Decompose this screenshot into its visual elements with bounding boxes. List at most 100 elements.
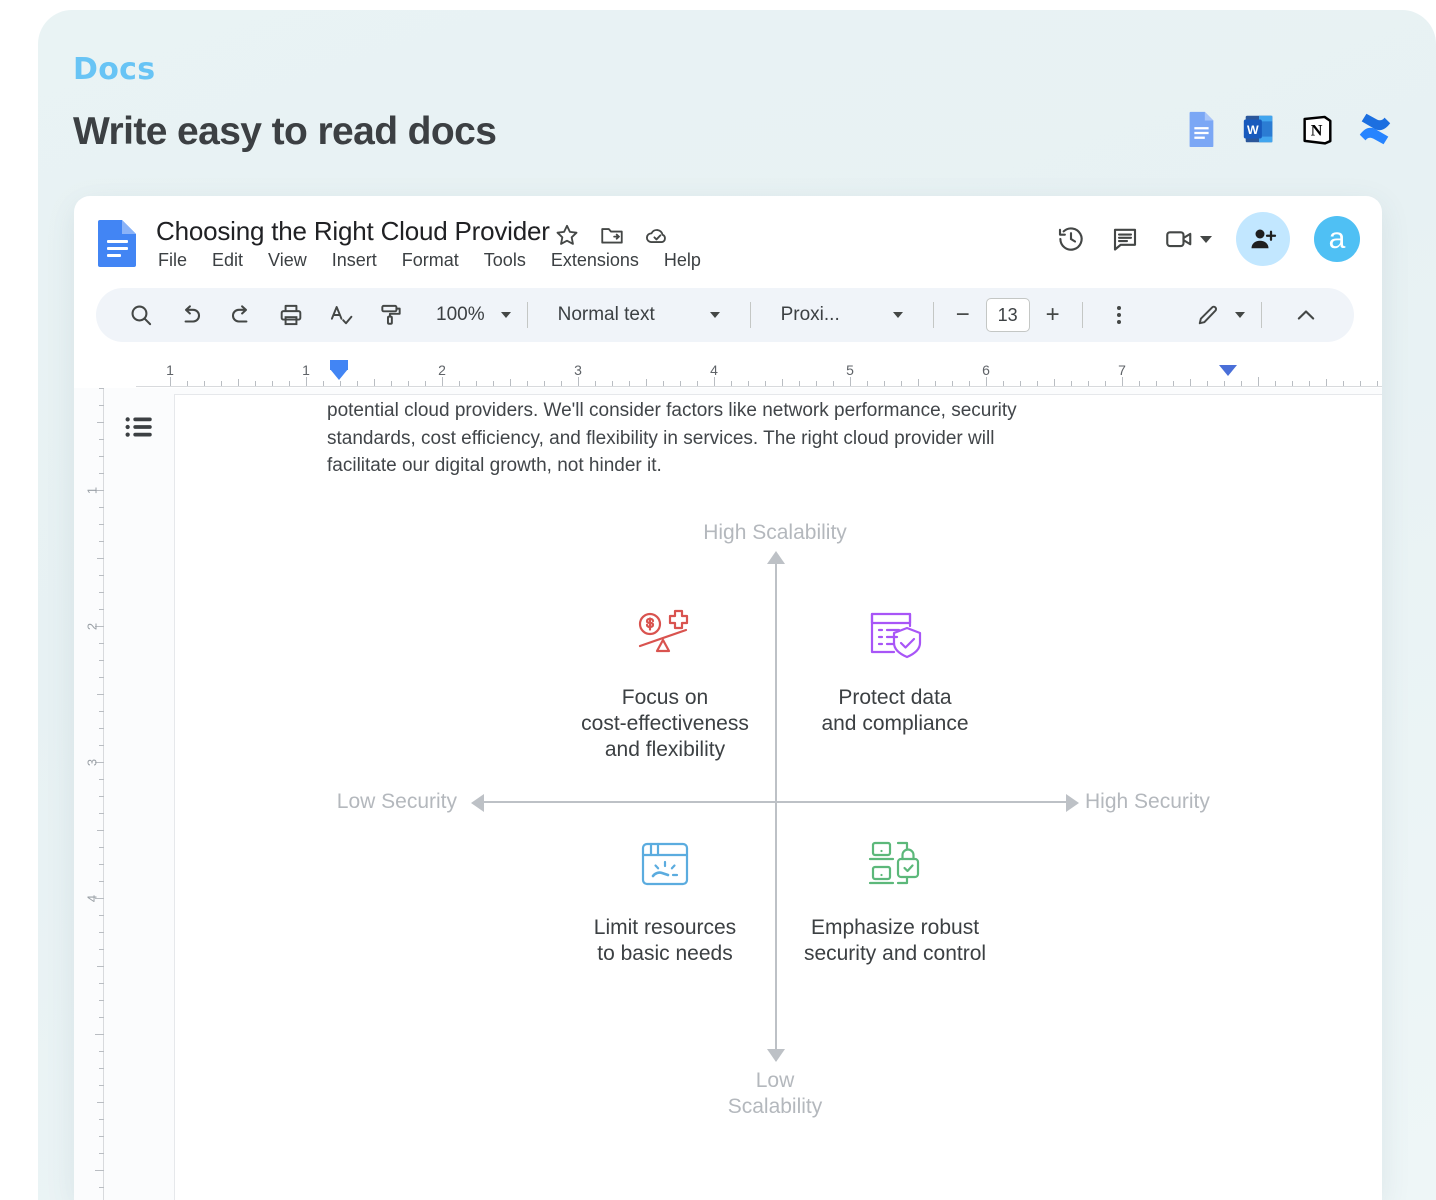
menu-item-view[interactable]: View xyxy=(268,250,307,271)
more-options-button[interactable] xyxy=(1099,288,1139,342)
redo-button[interactable] xyxy=(216,288,266,342)
font-size-increase-button[interactable]: + xyxy=(1040,288,1066,342)
vruler-baseline xyxy=(103,388,104,1200)
laptops-padlock-icon xyxy=(750,835,1040,893)
chevron-down-icon xyxy=(1235,312,1245,318)
vruler-tick xyxy=(99,1153,104,1154)
comment-icon[interactable] xyxy=(1110,224,1140,254)
video-camera-icon[interactable] xyxy=(1164,224,1194,254)
share-button[interactable] xyxy=(1236,212,1290,266)
ruler-tick xyxy=(697,381,698,386)
ruler-tick xyxy=(1139,381,1140,386)
right-indent-marker[interactable] xyxy=(1219,365,1237,376)
ruler-tick xyxy=(884,381,885,386)
cloud-saved-icon[interactable] xyxy=(644,222,670,248)
document-page[interactable]: potential cloud providers. We'll conside… xyxy=(174,394,1382,1200)
vruler-tick xyxy=(99,439,104,440)
compliance-shield-document-icon xyxy=(750,605,1040,663)
ruler-tick xyxy=(816,381,817,386)
document-titlebar: Choosing the Right Cloud Provider File E… xyxy=(74,196,1382,280)
microsoft-word-icon[interactable]: W xyxy=(1240,110,1278,148)
vruler-tick xyxy=(99,728,104,729)
ruler-tick xyxy=(340,381,341,386)
chevron-up-icon xyxy=(1297,310,1315,320)
ruler-tick xyxy=(1037,381,1038,386)
notion-icon[interactable]: N xyxy=(1298,110,1336,148)
ruler-tick xyxy=(1020,381,1021,386)
redo-icon xyxy=(231,305,248,323)
vruler-tick xyxy=(99,915,104,916)
editing-mode-dropdown[interactable] xyxy=(1195,288,1245,342)
ruler-tick xyxy=(629,381,630,386)
search-button[interactable] xyxy=(116,288,166,342)
paragraph-style-dropdown[interactable]: Normal text xyxy=(544,288,734,342)
axis-label-bottom: Low Scalability xyxy=(728,1068,823,1120)
vruler-tick xyxy=(99,847,104,848)
divider xyxy=(526,302,528,328)
document-outline-icon[interactable] xyxy=(122,410,156,444)
confluence-icon[interactable] xyxy=(1356,110,1394,148)
menu-item-extensions[interactable]: Extensions xyxy=(551,250,639,271)
quadrant-diagram[interactable]: High Scalability Low Security High Secur… xyxy=(325,513,1225,1133)
ruler-tick xyxy=(1292,381,1293,386)
avatar[interactable]: a xyxy=(1314,216,1360,262)
page-title: Write easy to read docs xyxy=(73,110,497,153)
google-docs-icon[interactable] xyxy=(1182,110,1220,148)
font-value: Proxi... xyxy=(780,304,840,325)
menu-item-file[interactable]: File xyxy=(158,250,187,271)
document-title[interactable]: Choosing the Right Cloud Provider xyxy=(156,216,550,247)
vruler-tick xyxy=(99,1000,104,1001)
menu-item-help[interactable]: Help xyxy=(664,250,701,271)
print-button[interactable] xyxy=(266,288,316,342)
ruler-tick xyxy=(255,381,256,386)
vruler-tick xyxy=(99,864,104,865)
menu-item-edit[interactable]: Edit xyxy=(212,250,243,271)
ruler-tick xyxy=(561,381,562,386)
ruler-tick xyxy=(476,381,477,386)
font-size-input[interactable]: 13 xyxy=(985,298,1030,332)
chevron-down-icon[interactable] xyxy=(1200,235,1212,243)
ruler-tick xyxy=(1241,381,1242,386)
promo-card: Docs Write easy to read docs W N Choosin… xyxy=(38,10,1436,1200)
star-icon[interactable] xyxy=(554,222,580,248)
quad-br-line2: security and control xyxy=(803,942,987,965)
axis-arrow-down-icon xyxy=(767,1049,785,1062)
ruler-tick xyxy=(170,377,171,386)
undo-button[interactable] xyxy=(166,288,216,342)
font-size-decrease-button[interactable]: − xyxy=(950,288,976,342)
ruler-tick xyxy=(1258,377,1259,386)
vruler-number: 1 xyxy=(84,486,100,495)
spellcheck-button[interactable] xyxy=(316,288,366,342)
paint-format-button[interactable] xyxy=(366,288,416,342)
ruler-tick xyxy=(391,381,392,386)
vruler-number: 2 xyxy=(84,622,100,631)
ruler-tick xyxy=(425,381,426,386)
divider xyxy=(749,302,751,328)
ruler-tick xyxy=(1105,381,1106,386)
move-to-folder-icon[interactable] xyxy=(599,222,625,248)
vruler-tick xyxy=(99,473,104,474)
ruler-tick xyxy=(714,377,715,386)
horizontal-ruler[interactable]: 1 1 2 3 4 5 6 7 xyxy=(74,356,1382,388)
ruler-tick xyxy=(612,381,613,386)
collapse-toolbar-button[interactable] xyxy=(1278,288,1334,342)
zoom-dropdown[interactable]: 100% xyxy=(436,288,511,342)
ruler-tick xyxy=(901,381,902,386)
body-paragraph[interactable]: potential cloud providers. We'll conside… xyxy=(327,397,1017,480)
version-history-icon[interactable] xyxy=(1056,224,1086,254)
vruler-tick xyxy=(99,949,104,950)
meet-control[interactable] xyxy=(1164,224,1212,254)
axis-label-bottom-line1: Low xyxy=(755,1069,795,1092)
first-line-indent-marker[interactable] xyxy=(330,369,348,380)
ruler-tick xyxy=(731,381,732,386)
vruler-tick xyxy=(99,779,104,780)
ruler-tick xyxy=(510,379,511,386)
document-page-area: 1 2 3 4 potential cloud providers. We'll co… xyxy=(74,388,1382,1200)
vertical-ruler[interactable]: 1 2 3 4 xyxy=(82,388,104,1200)
menu-item-insert[interactable]: Insert xyxy=(332,250,377,271)
menu-item-format[interactable]: Format xyxy=(402,250,459,271)
paint-format-icon xyxy=(381,304,401,325)
menu-item-tools[interactable]: Tools xyxy=(484,250,526,271)
ruler-tick xyxy=(646,379,647,386)
font-dropdown[interactable]: Proxi... xyxy=(767,288,917,342)
